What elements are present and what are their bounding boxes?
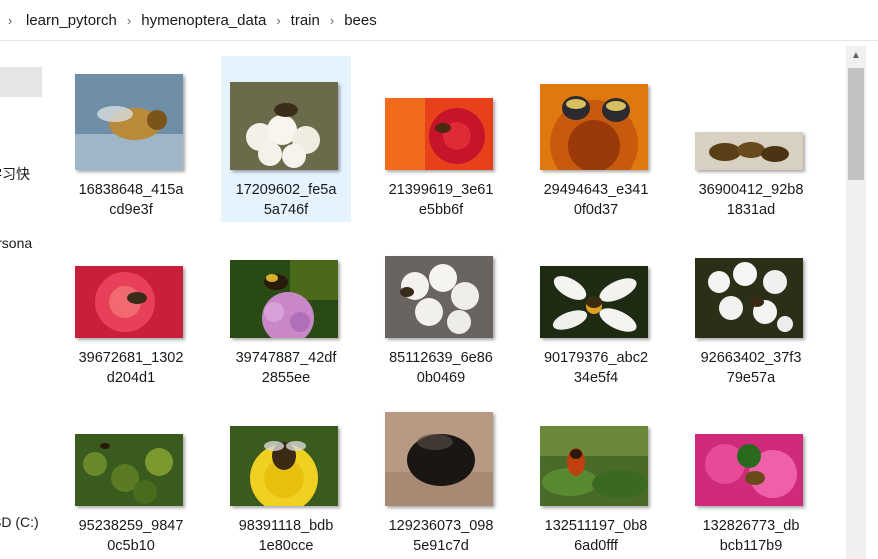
nav-item-selected[interactable] (0, 67, 42, 97)
file-name-line2: e5bb6f (418, 202, 464, 218)
scrollbar-thumb[interactable] (848, 68, 864, 180)
nav-item-personal[interactable]: Persona (0, 235, 32, 251)
image-thumbnail (230, 82, 338, 170)
nav-item-drive-c[interactable]: SD (C:) (0, 514, 39, 530)
image-thumbnail (695, 434, 803, 506)
image-thumbnail (540, 266, 648, 338)
breadcrumb-hymenoptera-data[interactable]: hymenoptera_data (135, 12, 272, 29)
image-thumbnail (385, 98, 493, 170)
image-thumbnail (75, 266, 183, 338)
nav-item-study[interactable]: 学习快 (0, 164, 30, 184)
file-item-selected[interactable]: 17209602_fe5a 5a746f (221, 56, 351, 222)
file-name-line2: 79e57a (726, 370, 776, 386)
chevron-right-icon[interactable]: › (0, 13, 20, 28)
file-name-line1: 21399619_3e61 (388, 182, 494, 198)
file-item[interactable]: 92663402_37f3 79e57a (686, 224, 816, 390)
file-name-line1: 98391118_bdb (238, 518, 334, 534)
file-name-line1: 16838648_415a (78, 182, 184, 198)
file-name-line2: cd9e3f (109, 202, 153, 218)
file-name-line2: 34e5f4 (573, 370, 619, 386)
file-item[interactable]: 95238259_9847 0c5b10 (66, 392, 196, 558)
chevron-right-icon[interactable]: › (326, 13, 338, 28)
image-thumbnail (695, 132, 803, 170)
file-name-line2: 0b0469 (416, 370, 466, 386)
file-name-line1: 85112639_6e86 (389, 350, 493, 366)
file-name-line1: 129236073_098 (388, 518, 494, 534)
file-item[interactable]: 39747887_42df 2855ee (221, 224, 351, 390)
file-item[interactable]: 39672681_1302 d204d1 (66, 224, 196, 390)
file-name-line2: 1831ad (726, 202, 776, 218)
file-name-line2: 6ad0fff (574, 538, 618, 554)
image-thumbnail (695, 258, 803, 338)
image-thumbnail (540, 84, 648, 170)
file-name-line2: bcb117b9 (719, 538, 783, 554)
breadcrumb-bees[interactable]: bees (338, 12, 383, 29)
chevron-right-icon[interactable]: › (272, 13, 284, 28)
file-name-line2: 5e91c7d (413, 538, 469, 554)
file-name-line1: 17209602_fe5a (235, 182, 337, 198)
file-item[interactable]: 90179376_abc2 34e5f4 (531, 224, 661, 390)
file-name-line1: 92663402_37f3 (700, 350, 802, 366)
file-item[interactable]: 29494643_e341 0f0d37 (531, 56, 661, 222)
file-item[interactable]: 16838648_415a cd9e3f (66, 56, 196, 222)
file-name-line1: 29494643_e341 (543, 182, 649, 198)
file-name-line2: 0c5b10 (107, 538, 155, 554)
image-thumbnail (75, 434, 183, 506)
image-thumbnail (230, 260, 338, 338)
image-thumbnail (230, 426, 338, 506)
breadcrumb: › learn_pytorch › hymenoptera_data › tra… (0, 0, 383, 40)
file-item[interactable]: 36900412_92b8 1831ad (686, 56, 816, 222)
image-thumbnail (385, 256, 493, 338)
file-name-line1: 90179376_abc2 (543, 350, 649, 366)
file-name-line2: 1e80cce (258, 538, 314, 554)
file-name-line2: d204d1 (106, 370, 156, 386)
file-item[interactable]: 132826773_db bcb117b9 (686, 392, 816, 558)
file-name-line2: 2855ee (261, 370, 311, 386)
image-thumbnail (75, 74, 183, 170)
file-name-line2: 5a746f (263, 202, 309, 218)
file-item[interactable]: 132511197_0b8 6ad0fff (531, 392, 661, 558)
file-name-line1: 36900412_92b8 (698, 182, 804, 198)
address-bar: › learn_pytorch › hymenoptera_data › tra… (0, 0, 878, 41)
image-thumbnail (385, 412, 493, 506)
file-item[interactable]: 85112639_6e86 0b0469 (376, 224, 506, 390)
navigation-pane: 学习快 Persona SD (C:) (0, 40, 50, 559)
scroll-up-arrow-icon[interactable]: ▲ (846, 46, 866, 66)
chevron-right-icon[interactable]: › (123, 13, 135, 28)
file-grid: 16838648_415a cd9e3f 17209602_fe5a 5a746f … (52, 40, 842, 559)
file-item[interactable]: 21399619_3e61 e5bb6f (376, 56, 506, 222)
file-name-line1: 39672681_1302 (78, 350, 184, 366)
breadcrumb-learn-pytorch[interactable]: learn_pytorch (20, 12, 123, 29)
file-name-line1: 132826773_db (702, 518, 800, 534)
file-name-line1: 132511197_0b8 (544, 518, 648, 534)
file-item[interactable]: 129236073_098 5e91c7d (376, 392, 506, 558)
file-name-line1: 95238259_9847 (78, 518, 184, 534)
vertical-scrollbar[interactable]: ▲ (846, 46, 866, 559)
image-thumbnail (540, 426, 648, 506)
file-name-line1: 39747887_42df (235, 350, 337, 366)
file-item[interactable]: 98391118_bdb 1e80cce (221, 392, 351, 558)
file-name-line2: 0f0d37 (573, 202, 619, 218)
breadcrumb-train[interactable]: train (285, 12, 326, 29)
